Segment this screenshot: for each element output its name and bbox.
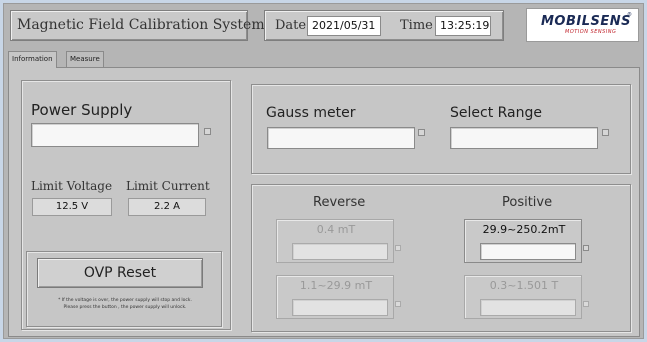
ovp-note-line-1: * If the voltage is over, the power supp…: [58, 298, 192, 303]
gauss-meter-label: Gauss meter: [266, 105, 356, 121]
brand-logo: MOBILSENS ® MOTION SENSING: [526, 8, 639, 42]
range-browse-button[interactable]: [395, 301, 401, 307]
power-supply-group: Power Supply Limit Voltage Limit Current…: [21, 80, 231, 330]
range-title: 29.9~250.2mT: [482, 223, 566, 236]
app-window: Magnetic Field Calibration System Date 2…: [3, 3, 644, 339]
limit-voltage-value: 12.5 V: [32, 198, 112, 216]
gauss-meter-field[interactable]: [267, 127, 415, 149]
logo-tagline: MOTION SENSING: [565, 29, 617, 35]
range-value-field[interactable]: [292, 243, 388, 260]
date-label: Date: [275, 18, 307, 33]
ovp-group: OVP Reset * If the voltage is over, the …: [26, 251, 222, 327]
range-positive-0-3-1-501t[interactable]: 0.3~1.501 T: [464, 275, 589, 319]
select-range-browse-button[interactable]: [602, 129, 609, 136]
time-field: 13:25:19: [435, 16, 491, 36]
logo-wordmark: MOBILSENS: [541, 14, 632, 29]
gauss-meter-group: Gauss meter Select Range: [251, 84, 631, 174]
power-supply-field[interactable]: [31, 123, 199, 147]
limit-voltage-label: Limit Voltage: [31, 179, 113, 193]
range-value-field[interactable]: [480, 243, 576, 260]
range-browse-button[interactable]: [583, 245, 589, 251]
datetime-panel: Date 2021/05/31 Time 13:25:19: [264, 10, 504, 41]
power-supply-label: Power Supply: [31, 101, 133, 119]
select-range-field[interactable]: [450, 127, 598, 149]
range-value-field[interactable]: [292, 299, 388, 316]
date-field: 2021/05/31: [307, 16, 381, 36]
power-supply-browse-button[interactable]: [204, 128, 211, 135]
range-selection-group: Reverse Positive 0.4 mT 1.1~29.9 mT 29.9…: [251, 184, 631, 332]
positive-label: Positive: [502, 195, 553, 210]
range-title: 0.3~1.501 T: [489, 279, 559, 292]
title-panel: Magnetic Field Calibration System: [10, 10, 265, 41]
tab-information[interactable]: Information: [8, 51, 57, 68]
range-reverse-1-1-29-9mt[interactable]: 1.1~29.9 mT: [276, 275, 401, 319]
limit-current-value: 2.2 A: [128, 198, 206, 216]
range-title: 0.4 mT: [316, 223, 356, 236]
gauss-meter-browse-button[interactable]: [418, 129, 425, 136]
ovp-note-line-2: Please press the button , the power supp…: [63, 305, 187, 310]
range-value-field[interactable]: [480, 299, 576, 316]
range-title: 1.1~29.9 mT: [299, 279, 373, 292]
range-browse-button[interactable]: [395, 245, 401, 251]
ovp-reset-button[interactable]: OVP Reset: [37, 258, 203, 288]
select-range-label: Select Range: [450, 105, 543, 121]
range-positive-29-9-250-2mt[interactable]: 29.9~250.2mT: [464, 219, 589, 263]
information-tab-panel: Power Supply Limit Voltage Limit Current…: [8, 67, 640, 337]
limit-current-label: Limit Current: [126, 179, 210, 193]
app-title: Magnetic Field Calibration System: [17, 17, 265, 33]
range-browse-button[interactable]: [583, 301, 589, 307]
range-reverse-0-4mt[interactable]: 0.4 mT: [276, 219, 401, 263]
logo-registered-mark: ®: [627, 12, 632, 18]
tab-measure[interactable]: Measure: [66, 51, 104, 67]
reverse-label: Reverse: [313, 195, 366, 210]
time-label: Time: [400, 18, 433, 33]
